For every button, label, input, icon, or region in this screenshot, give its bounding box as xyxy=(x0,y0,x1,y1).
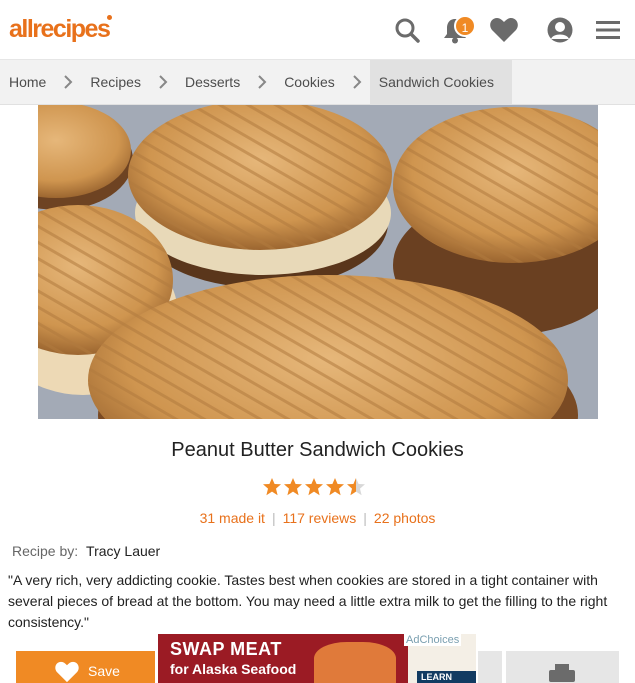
author-link[interactable]: Tracy Lauer xyxy=(86,543,160,559)
recipe-stats: 31 made it | 117 reviews | 22 photos xyxy=(0,510,635,526)
advertisement-banner[interactable]: SWAP MEAT for Alaska Seafood AdChoices L… xyxy=(158,634,476,683)
printer-icon xyxy=(549,664,575,682)
save-label: Save xyxy=(88,663,120,679)
adchoices-link[interactable]: AdChoices xyxy=(404,634,462,646)
recipe-byline: Recipe by: Tracy Lauer xyxy=(12,543,160,559)
chevron-right-icon xyxy=(249,60,275,104)
save-button[interactable]: Save xyxy=(16,651,155,683)
divider: | xyxy=(271,510,276,526)
recipe-title: Peanut Butter Sandwich Cookies xyxy=(171,439,464,461)
ad-salmon-image xyxy=(314,642,396,683)
ad-subline: for Alaska Seafood xyxy=(170,661,297,677)
breadcrumb-recipes[interactable]: Recipes xyxy=(81,60,150,104)
user-icon[interactable] xyxy=(545,15,575,45)
heart-icon xyxy=(55,661,79,683)
breadcrumb-sandwich-cookies[interactable]: Sandwich Cookies xyxy=(369,60,512,104)
star-rating[interactable] xyxy=(262,477,366,497)
reviews-link[interactable]: 117 reviews xyxy=(283,510,357,526)
allrecipes-logo[interactable]: allrecipes xyxy=(9,15,114,44)
recipe-description: "A very rich, very addicting cookie. Tas… xyxy=(8,572,608,630)
breadcrumb: Home Recipes Desserts Cookies Sandwich C… xyxy=(0,60,635,105)
menu-icon[interactable] xyxy=(593,15,623,45)
action-button[interactable] xyxy=(478,651,502,683)
heart-icon[interactable] xyxy=(489,15,519,45)
divider: | xyxy=(363,510,367,526)
breadcrumb-home[interactable]: Home xyxy=(0,60,55,104)
notification-badge[interactable]: 1 xyxy=(454,15,476,37)
star-icon xyxy=(326,478,344,496)
star-icon xyxy=(263,478,281,496)
star-icon xyxy=(305,478,323,496)
breadcrumb-desserts[interactable]: Desserts xyxy=(176,60,249,104)
byline-label: Recipe by: xyxy=(12,543,79,559)
ad-learn-now-button[interactable]: LEARN NOW xyxy=(417,671,476,683)
ad-headline: SWAP MEAT xyxy=(170,639,282,659)
breadcrumb-cookies[interactable]: Cookies xyxy=(275,60,344,104)
search-icon[interactable] xyxy=(392,15,422,45)
half-star-icon xyxy=(347,478,365,496)
chevron-right-icon xyxy=(150,60,176,104)
site-header: allrecipes 1 xyxy=(0,0,635,60)
made-it-link[interactable]: 31 made it xyxy=(200,510,265,526)
print-button[interactable] xyxy=(506,651,619,683)
photos-link[interactable]: 22 photos xyxy=(374,510,436,526)
chevron-right-icon xyxy=(344,60,370,104)
logo-dot xyxy=(107,15,113,20)
recipe-photo[interactable] xyxy=(38,105,598,419)
chevron-right-icon xyxy=(55,60,81,104)
star-icon xyxy=(284,478,302,496)
